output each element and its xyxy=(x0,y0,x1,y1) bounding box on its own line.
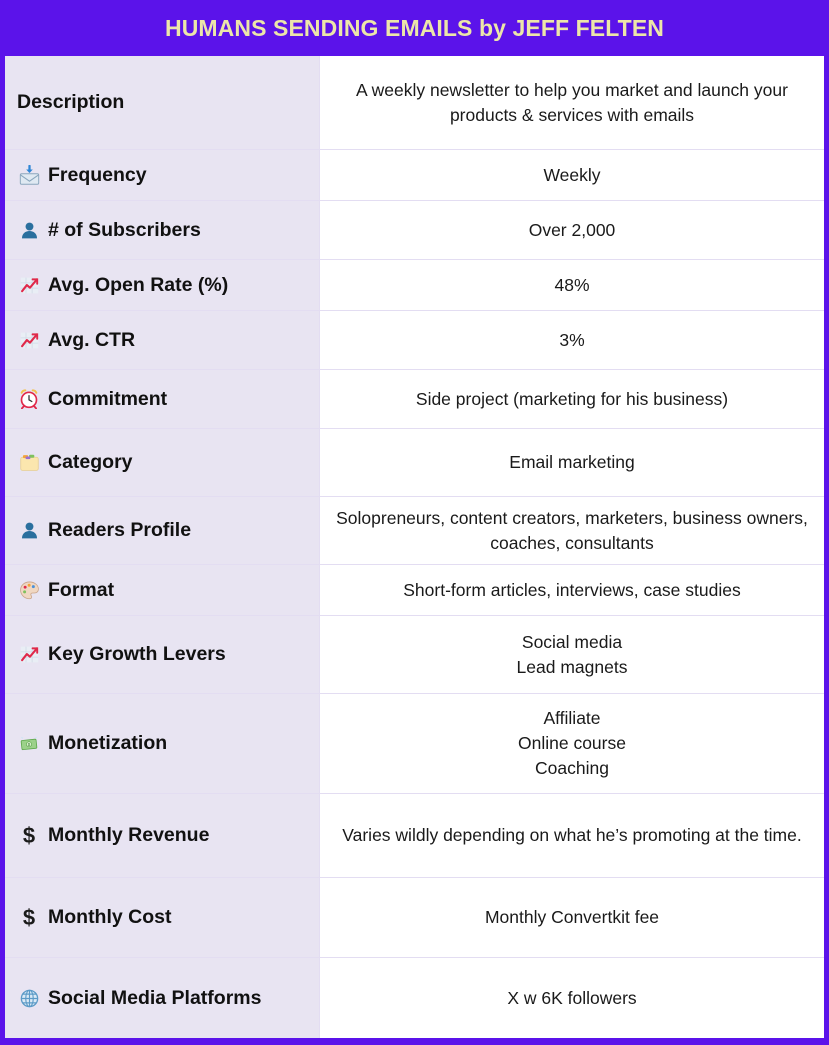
money-with-wings-icon: $ xyxy=(17,732,41,756)
row-label-cell: Readers Profile xyxy=(5,497,320,564)
table-row: $ Monthly Cost Monthly Convertkit fee xyxy=(5,878,824,958)
row-value-cell: Weekly xyxy=(320,150,824,200)
dollar-sign-icon: $ xyxy=(22,904,36,930)
row-value-cell: 48% xyxy=(320,260,824,310)
row-value: Monthly Convertkit fee xyxy=(484,907,660,928)
row-label: Commitment xyxy=(48,387,168,410)
row-value-cell: Affiliate Online course Coaching xyxy=(320,694,824,793)
chart-increasing-icon xyxy=(17,328,41,352)
row-label-cell: $ Monetization xyxy=(5,694,320,793)
chart-increasing-icon xyxy=(17,643,41,667)
table-row: Social Media Platforms X w 6K followers xyxy=(5,958,824,1038)
row-value: A weekly newsletter to help you market a… xyxy=(356,79,788,125)
page-title: HUMANS SENDING EMAILS by JEFF FELTEN xyxy=(165,14,664,41)
row-value-cell: Social media Lead magnets xyxy=(320,616,824,693)
table-row: Avg. CTR 3% xyxy=(5,311,824,370)
table-row: Category Email marketing xyxy=(5,429,824,497)
row-label: Monthly Cost xyxy=(48,906,172,928)
dollar-sign-icon: $ xyxy=(22,822,36,848)
card-index-dividers-icon xyxy=(17,451,41,475)
globe-with-meridians-icon xyxy=(17,986,41,1010)
row-value-cell: X w 6K followers xyxy=(320,958,824,1038)
table-row: # of Subscribers Over 2,000 xyxy=(5,201,824,260)
row-value: Social media Lead magnets xyxy=(516,631,628,677)
header-banner: HUMANS SENDING EMAILS by JEFF FELTEN xyxy=(0,0,829,56)
chart-increasing-icon xyxy=(17,273,41,297)
row-label: Format xyxy=(48,578,115,601)
artist-palette-icon xyxy=(17,578,41,602)
row-value-cell: Side project (marketing for his business… xyxy=(320,370,824,428)
row-value-cell: Over 2,000 xyxy=(320,201,824,259)
row-label-cell: Social Media Platforms xyxy=(5,958,320,1038)
row-value: Short-form articles, interviews, case st… xyxy=(403,579,741,600)
row-label: Key Growth Levers xyxy=(48,643,226,665)
row-label: Category xyxy=(48,451,133,473)
row-value: X w 6K followers xyxy=(507,987,637,1008)
table-row: Frequency Weekly xyxy=(5,150,824,201)
bust-in-silhouette-icon xyxy=(17,218,41,242)
row-value-cell: Monthly Convertkit fee xyxy=(320,878,824,957)
row-value-cell: Email marketing xyxy=(320,429,824,496)
row-value: 48% xyxy=(554,274,590,295)
newsletter-profile-sheet: HUMANS SENDING EMAILS by JEFF FELTEN Des… xyxy=(0,0,829,1045)
row-value: Over 2,000 xyxy=(528,219,616,240)
bust-in-silhouette-icon xyxy=(17,519,41,543)
row-label-cell: Commitment xyxy=(5,370,320,428)
row-label: Social Media Platforms xyxy=(48,986,262,1009)
row-label-cell: Format xyxy=(5,565,320,615)
row-label-cell: Avg. CTR xyxy=(5,311,320,369)
table-row: Description A weekly newsletter to help … xyxy=(5,56,824,150)
alarm-clock-icon xyxy=(17,387,41,411)
row-value: Side project (marketing for his business… xyxy=(415,388,729,409)
row-label-cell: Frequency xyxy=(5,150,320,200)
row-value-cell: Short-form articles, interviews, case st… xyxy=(320,565,824,615)
row-value-cell: 3% xyxy=(320,311,824,369)
row-value: 3% xyxy=(559,329,585,350)
row-label: Readers Profile xyxy=(48,519,192,541)
row-value: Varies wildly depending on what he’s pro… xyxy=(342,825,802,846)
table-row: Avg. Open Rate (%) 48% xyxy=(5,260,824,311)
row-value: Weekly xyxy=(543,164,601,185)
row-label-cell: Key Growth Levers xyxy=(5,616,320,693)
details-table: Description A weekly newsletter to help … xyxy=(0,56,829,1045)
row-label-cell: Category xyxy=(5,429,320,496)
row-value: Affiliate Online course Coaching xyxy=(518,708,626,778)
table-row: Key Growth Levers Social media Lead magn… xyxy=(5,616,824,694)
table-row: $ Monthly Revenue Varies wildly dependin… xyxy=(5,794,824,878)
row-label: Avg. CTR xyxy=(48,328,136,351)
row-label-cell: $ Monthly Cost xyxy=(5,878,320,957)
row-value-cell: A weekly newsletter to help you market a… xyxy=(320,56,824,149)
row-label: # of Subscribers xyxy=(48,218,201,241)
table-row: $ Monetization Affiliate Online course C… xyxy=(5,694,824,794)
row-label: Frequency xyxy=(48,163,147,186)
row-label-cell: $ Monthly Revenue xyxy=(5,794,320,877)
row-label: Description xyxy=(17,91,125,113)
row-label-cell: Avg. Open Rate (%) xyxy=(5,260,320,310)
table-row: Format Short-form articles, interviews, … xyxy=(5,565,824,616)
incoming-envelope-icon xyxy=(17,163,41,187)
row-label: Monthly Revenue xyxy=(48,824,210,846)
row-label-cell: Description xyxy=(5,56,320,149)
table-row: Commitment Side project (marketing for h… xyxy=(5,370,824,429)
row-value-cell: Solopreneurs, content creators, marketer… xyxy=(320,497,824,564)
row-label: Monetization xyxy=(48,732,168,754)
row-value-cell: Varies wildly depending on what he’s pro… xyxy=(320,794,824,877)
row-label-cell: # of Subscribers xyxy=(5,201,320,259)
table-row: Readers Profile Solopreneurs, content cr… xyxy=(5,497,824,565)
row-value: Email marketing xyxy=(509,452,635,473)
row-label: Avg. Open Rate (%) xyxy=(48,273,229,296)
row-value: Solopreneurs, content creators, marketer… xyxy=(336,507,808,553)
